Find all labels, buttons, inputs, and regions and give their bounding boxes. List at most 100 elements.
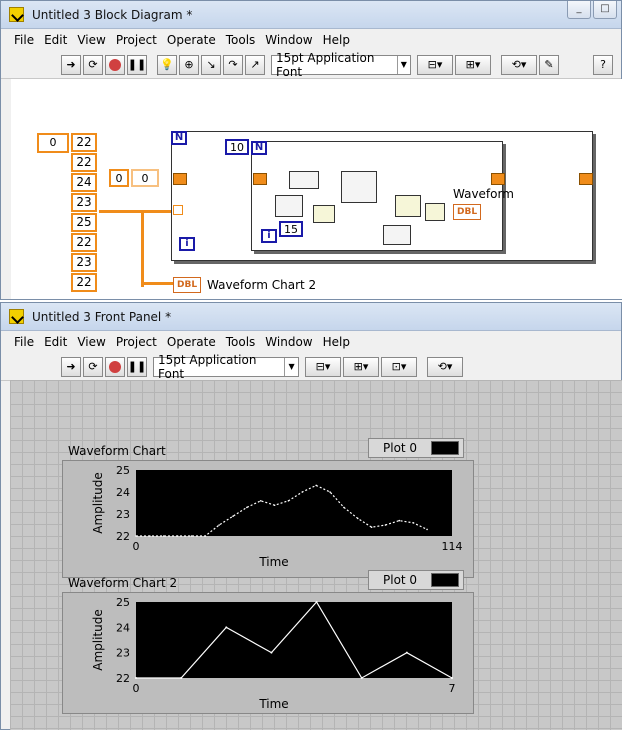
array-element[interactable]: 25: [71, 213, 97, 232]
array-subset-node[interactable]: [341, 171, 377, 203]
shift-register-left[interactable]: [173, 173, 187, 185]
outer-loop-count-terminal[interactable]: N: [171, 131, 187, 145]
data-point: [149, 535, 151, 537]
abort-icon[interactable]: [105, 54, 125, 75]
array-element[interactable]: 22: [71, 153, 97, 172]
inner-shift-register-right[interactable]: [491, 173, 505, 185]
wire[interactable]: [141, 210, 144, 284]
menu-help[interactable]: Help: [323, 33, 350, 47]
menu-operate[interactable]: Operate: [167, 33, 216, 47]
data-point: [135, 677, 137, 679]
array-element[interactable]: 23: [71, 253, 97, 272]
menu-file[interactable]: File: [14, 335, 34, 349]
distribute-objects-icon[interactable]: ⊞▾: [455, 54, 491, 75]
inner-loop-iteration-terminal: i: [261, 229, 277, 243]
menu-tools[interactable]: Tools: [226, 33, 256, 47]
array-size-node[interactable]: [383, 225, 411, 245]
index-control[interactable]: 0: [37, 133, 69, 153]
maximize-button[interactable]: □: [593, 1, 617, 19]
pause-icon[interactable]: ❚❚: [127, 54, 147, 75]
numeric-indicator[interactable]: 0: [131, 169, 159, 187]
chart-2-legend-label: Plot 0: [383, 573, 418, 587]
build-array-node[interactable]: [289, 171, 319, 189]
menu-project[interactable]: Project: [116, 335, 157, 349]
chart-2-legend[interactable]: Plot 0: [368, 570, 464, 590]
fp-window-title: Untitled 3 Front Panel *: [32, 309, 172, 324]
y-tick-label: 23: [116, 508, 130, 521]
run-arrow-icon[interactable]: ➜: [61, 356, 81, 377]
run-continuously-icon[interactable]: ⟳: [83, 54, 103, 75]
waveform-chart-2-terminal[interactable]: DBL: [173, 277, 202, 293]
menu-view[interactable]: View: [77, 33, 105, 47]
wire[interactable]: [141, 282, 173, 285]
font-select-label: 15pt Application Font: [158, 352, 257, 381]
distribute-objects-icon[interactable]: ⊞▾: [343, 356, 379, 377]
plot-area: [136, 602, 452, 678]
waveform-chart-terminal[interactable]: DBL: [453, 204, 482, 220]
block-diagram-canvas[interactable]: 0 22 22 24 23 25 22 23 22 0 0 N i 10 N i…: [11, 79, 622, 299]
labview-app-icon: [9, 7, 24, 22]
y-tick-label: 24: [116, 621, 130, 634]
step-into-icon[interactable]: ↘: [201, 54, 221, 75]
waveform-chart-2[interactable]: 25 24 23 220 7 Time Amplitude: [62, 592, 474, 714]
ten-constant[interactable]: 10: [225, 139, 249, 155]
chart-1-legend[interactable]: Plot 0: [368, 438, 464, 458]
fifteen-constant[interactable]: 15: [279, 221, 303, 237]
cleanup-diagram-icon[interactable]: ✎: [539, 54, 559, 75]
step-over-icon[interactable]: ↷: [223, 54, 243, 75]
input-tunnel[interactable]: [173, 205, 183, 215]
run-continuously-icon[interactable]: ⟳: [83, 356, 103, 377]
data-point: [180, 677, 183, 679]
font-select[interactable]: 15pt Application Font ▼: [153, 353, 299, 381]
bd-titlebar[interactable]: Untitled 3 Block Diagram * _ □: [1, 1, 621, 29]
chevron-down-icon: ▼: [284, 357, 298, 376]
reorder-icon[interactable]: ⟲▾: [427, 356, 463, 377]
sum-node[interactable]: [395, 195, 421, 217]
inner-loop-count-terminal[interactable]: N: [251, 141, 267, 155]
menu-operate[interactable]: Operate: [167, 335, 216, 349]
shift-register-right[interactable]: [579, 173, 593, 185]
array-element[interactable]: 23: [71, 193, 97, 212]
menu-edit[interactable]: Edit: [44, 335, 67, 349]
fp-menubar: File Edit View Project Operate Tools Win…: [1, 331, 621, 353]
menu-file[interactable]: File: [14, 33, 34, 47]
array-element[interactable]: 22: [71, 133, 97, 152]
run-arrow-icon[interactable]: ➜: [61, 54, 81, 75]
array-element[interactable]: 24: [71, 173, 97, 192]
minimize-button[interactable]: _: [567, 1, 591, 19]
retain-wire-values-icon[interactable]: ⊕: [179, 54, 199, 75]
array-element[interactable]: 22: [71, 233, 97, 252]
pause-icon[interactable]: ❚❚: [127, 356, 147, 377]
menu-window[interactable]: Window: [265, 33, 312, 47]
plot-legend-swatch-icon: [431, 573, 459, 587]
waveform-chart-1[interactable]: 25 24 23 220 114 Time Amplitude: [62, 460, 474, 578]
font-select[interactable]: 15pt Application Font ▼: [271, 51, 411, 79]
numeric-constant[interactable]: 0: [109, 169, 129, 187]
wire[interactable]: [99, 210, 173, 213]
subtract-node[interactable]: [313, 205, 335, 223]
step-out-icon[interactable]: ↗: [245, 54, 265, 75]
inner-shift-register-left[interactable]: [253, 173, 267, 185]
menu-edit[interactable]: Edit: [44, 33, 67, 47]
array-element[interactable]: 22: [71, 273, 97, 292]
menu-project[interactable]: Project: [116, 33, 157, 47]
resize-objects-icon[interactable]: ⊡▾: [381, 356, 417, 377]
wire[interactable]: [141, 285, 144, 287]
highlight-execution-icon[interactable]: 💡: [157, 54, 177, 75]
align-objects-icon[interactable]: ⊟▾: [417, 54, 453, 75]
fp-titlebar[interactable]: Untitled 3 Front Panel *: [1, 303, 621, 331]
context-help-icon[interactable]: ?: [593, 54, 613, 75]
align-objects-icon[interactable]: ⊟▾: [305, 356, 341, 377]
reorder-icon[interactable]: ⟲▾: [501, 54, 537, 75]
menu-view[interactable]: View: [77, 335, 105, 349]
abort-icon[interactable]: [105, 356, 125, 377]
menu-help[interactable]: Help: [323, 335, 350, 349]
x-tick-label: 114: [442, 540, 463, 553]
divide-node[interactable]: [425, 203, 445, 221]
font-select-label: 15pt Application Font: [276, 50, 375, 79]
front-panel-canvas[interactable]: Waveform Chart Plot 0 25 24 23 22 0 114 Time Am…: [10, 380, 622, 730]
menu-window[interactable]: Window: [265, 335, 312, 349]
x-tick-label: 0: [133, 682, 140, 695]
index-array-node[interactable]: [275, 195, 303, 217]
menu-tools[interactable]: Tools: [226, 335, 256, 349]
